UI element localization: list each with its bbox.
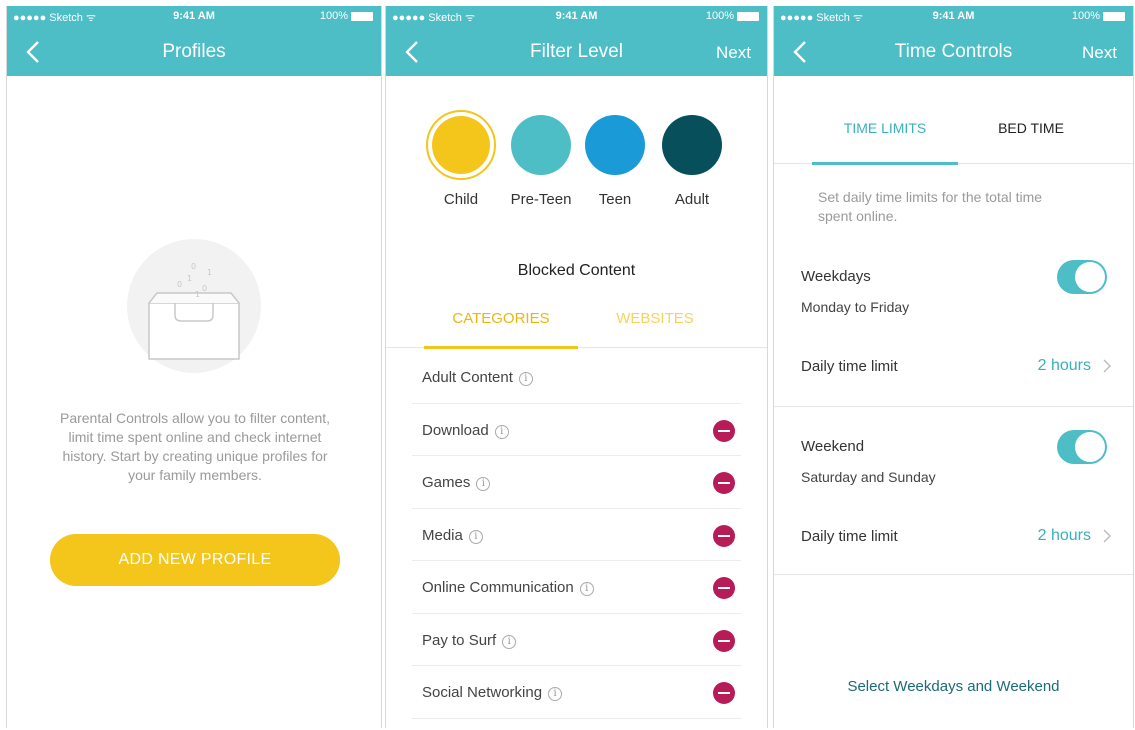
remove-icon[interactable] [713,629,735,652]
svg-text:0: 0 [177,280,182,289]
svg-text:0: 0 [202,284,207,293]
svg-text:1: 1 [207,268,212,277]
toggle-knob [1075,262,1105,292]
category-name: Download [422,421,489,439]
level-label: Pre-Teen [510,191,572,208]
time-controls-screen: ●●●●● Sketch ᯤ 9:41 AM 100% Time Control… [773,6,1134,728]
divider [774,406,1133,407]
blocked-content-title: Blocked Content [517,262,636,279]
status-bar: ●●●●● Sketch ᯤ 9:41 AM 100% [386,6,767,28]
page-title: Time Controls [894,41,1013,62]
page-title: Filter Level [530,41,623,62]
info-icon[interactable]: i [579,582,594,596]
level-circle [662,115,722,175]
category-name: Social Networking [422,684,543,701]
next-button[interactable]: Next [716,43,751,63]
level-circle [585,115,645,175]
remove-icon[interactable] [713,682,735,704]
info-icon[interactable]: i [494,424,509,439]
level-circle [426,110,496,180]
list-item[interactable]: Pay to Surf i [412,614,741,666]
filter-level-selector: Child Pre-Teen Teen Adult [424,110,729,220]
status-bar: ●●●●● Sketch ᯤ 9:41 AM 100% [7,6,381,28]
chevron-right-icon[interactable] [1101,359,1113,373]
info-icon[interactable]: i [502,634,517,649]
category-list: Adult Content i Download i Games i Media i O… [412,351,741,719]
weekdays-sub: Monday to Friday [801,299,910,315]
battery-percent: 100% [705,10,734,22]
weekend-daily-limit-label: Daily time limit [801,528,898,545]
battery-icon [1103,11,1125,21]
weekdays-daily-limit-value[interactable]: 2 hours [1038,357,1091,375]
svg-text:1: 1 [195,290,200,299]
level-label: Child [443,191,479,208]
select-weekdays-weekend-link[interactable]: Select Weekdays and Weekend [774,678,1133,695]
time-controls-tabs: TIME LIMITS BED TIME [774,98,1133,165]
time-limits-description: Set daily time limits for the total time… [818,189,1043,224]
category-name: Games [422,474,471,491]
tab-websites[interactable]: WEBSITES [578,310,732,327]
nav-bar: Profiles [7,28,381,76]
nav-bar: Filter Level Next [386,28,767,76]
level-pre-teen[interactable]: Pre-Teen [506,110,576,208]
category-name: Online Communication [422,579,574,596]
info-icon[interactable]: i [548,687,563,701]
active-tab-underline [424,346,578,349]
nav-bar: Time Controls Next [774,28,1133,76]
battery-icon [351,11,373,21]
weekend-toggle[interactable] [1057,430,1107,464]
empty-state-description: Parental Controls allow you to filter co… [59,410,331,483]
level-adult[interactable]: Adult [657,110,727,208]
empty-box-icon: 000 111 [127,231,261,381]
level-teen[interactable]: Teen [580,110,650,208]
info-icon[interactable]: i [468,529,483,544]
battery-percent: 100% [319,10,348,22]
weekend-daily-limit-value[interactable]: 2 hours [1038,527,1091,545]
remove-icon[interactable] [713,524,735,547]
filter-level-screen: ●●●●● Sketch ᯤ 9:41 AM 100% Filter Level… [385,6,768,728]
weekdays-label: Weekdays [801,268,871,285]
blocked-content-tabs: CATEGORIES WEBSITES [386,302,767,349]
category-name: Pay to Surf [422,631,497,649]
list-item[interactable]: Adult Content i [412,351,741,404]
divider [774,574,1133,575]
next-button[interactable]: Next [1082,43,1117,63]
level-label: Teen [598,191,632,208]
toggle-knob [1075,432,1105,462]
weekdays-daily-limit-label: Daily time limit [801,358,898,375]
profiles-screen: ●●●●● Sketch ᯤ 9:41 AM 100% Profiles 000… [6,6,382,728]
list-item[interactable]: Online Communication i [412,561,741,614]
svg-text:0: 0 [191,262,196,271]
list-item[interactable]: Media i [412,509,741,561]
remove-icon[interactable] [713,472,735,494]
battery-icon [737,11,759,21]
list-item[interactable]: Download i [412,404,741,456]
add-new-profile-button[interactable]: ADD NEW PROFILE [50,534,340,586]
tab-bed-time[interactable]: BED TIME [958,120,1104,136]
weekend-sub: Saturday and Sunday [801,469,936,485]
active-tab-underline [812,162,958,165]
svg-text:1: 1 [187,274,192,283]
remove-icon[interactable] [713,419,735,442]
category-name: Media [422,526,463,544]
list-item[interactable]: Social Networking i [412,666,741,719]
level-label: Adult [674,191,710,208]
weekdays-toggle[interactable] [1057,260,1107,294]
status-bar: ●●●●● Sketch ᯤ 9:41 AM 100% [774,6,1133,28]
tab-categories[interactable]: CATEGORIES [424,310,578,327]
info-icon[interactable]: i [476,477,491,491]
tab-time-limits[interactable]: TIME LIMITS [812,120,958,136]
battery-percent: 100% [1071,10,1100,22]
category-name: Adult Content [422,369,513,386]
info-icon[interactable]: i [518,372,533,386]
weekend-label: Weekend [801,438,865,455]
level-child[interactable]: Child [426,110,496,208]
list-item[interactable]: Games i [412,456,741,509]
remove-icon[interactable] [713,577,735,599]
level-circle [511,115,571,175]
page-title: Profiles [162,41,226,62]
chevron-right-icon[interactable] [1101,529,1113,543]
